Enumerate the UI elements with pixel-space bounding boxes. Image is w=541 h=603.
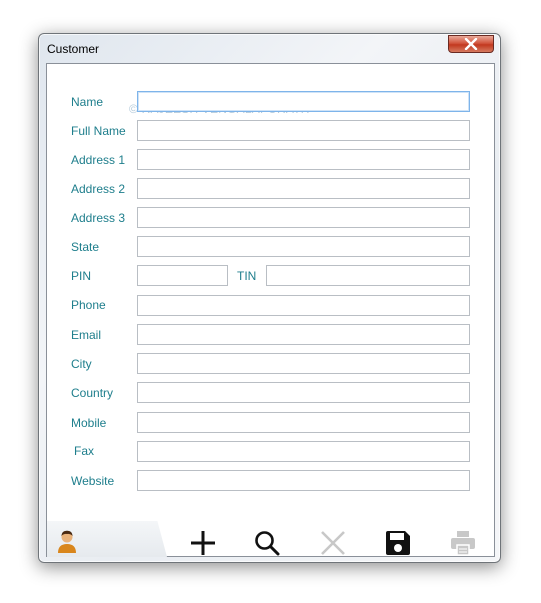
- delete-button[interactable]: [318, 529, 348, 557]
- label-fax: Fax: [74, 444, 95, 458]
- customer-window: Customer © RAJEESH VENGALAPURATH Name Fu…: [38, 33, 501, 563]
- save-icon: [386, 531, 410, 555]
- label-address-3: Address 3: [71, 211, 126, 225]
- label-full-name: Full Name: [71, 124, 126, 138]
- country-field[interactable]: [137, 382, 470, 403]
- label-tin: TIN: [237, 269, 257, 283]
- delete-icon: [321, 531, 345, 555]
- window-title: Customer: [47, 42, 100, 56]
- address-3-field[interactable]: [137, 207, 470, 228]
- close-icon: [464, 38, 478, 50]
- add-button[interactable]: [188, 529, 218, 557]
- state-field[interactable]: [137, 236, 470, 257]
- label-email: Email: [71, 328, 102, 342]
- label-name: Name: [71, 95, 104, 109]
- label-city: City: [71, 357, 92, 371]
- mobile-field[interactable]: [137, 412, 470, 433]
- save-button[interactable]: [383, 529, 413, 557]
- user-button[interactable]: [52, 527, 82, 555]
- label-mobile: Mobile: [71, 416, 107, 430]
- search-icon: [255, 531, 280, 556]
- pin-field[interactable]: [137, 265, 228, 286]
- add-icon: [191, 531, 215, 555]
- city-field[interactable]: [137, 353, 470, 374]
- label-website: Website: [71, 474, 115, 488]
- close-button[interactable]: [448, 35, 494, 53]
- label-address-2: Address 2: [71, 182, 126, 196]
- label-state: State: [71, 240, 100, 254]
- label-address-1: Address 1: [71, 153, 126, 167]
- print-icon: [451, 531, 475, 556]
- address-1-field[interactable]: [137, 149, 470, 170]
- full-name-field[interactable]: [137, 120, 470, 141]
- search-button[interactable]: [252, 529, 282, 557]
- name-field[interactable]: [137, 91, 470, 112]
- website-field[interactable]: [137, 470, 470, 491]
- tin-field[interactable]: [266, 265, 470, 286]
- address-2-field[interactable]: [137, 178, 470, 199]
- email-field[interactable]: [137, 324, 470, 345]
- print-button[interactable]: [448, 529, 478, 557]
- label-country: Country: [71, 386, 114, 400]
- user-icon: [58, 530, 76, 553]
- form-panel: © RAJEESH VENGALAPURATH Name Full Name A…: [46, 63, 495, 557]
- phone-field[interactable]: [137, 295, 470, 316]
- label-phone: Phone: [71, 298, 106, 312]
- label-pin: PIN: [71, 269, 92, 283]
- fax-field[interactable]: [137, 441, 470, 462]
